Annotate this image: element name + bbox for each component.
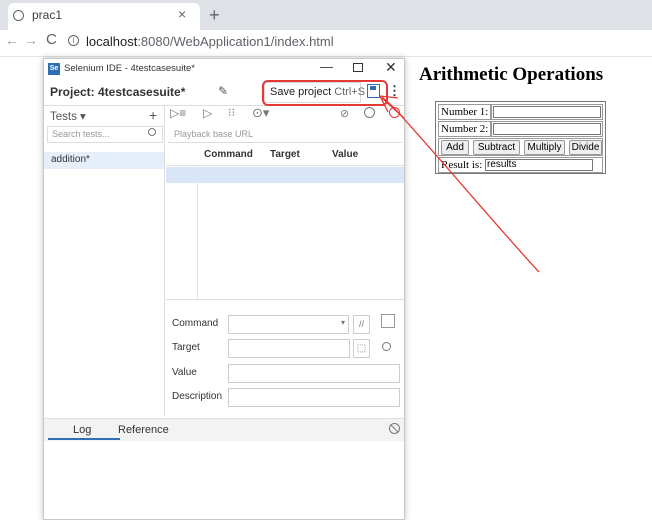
annotation-arrow: [379, 95, 540, 273]
annotation-arrowhead: [379, 95, 405, 119]
annotation-arrow-line: [381, 96, 540, 273]
